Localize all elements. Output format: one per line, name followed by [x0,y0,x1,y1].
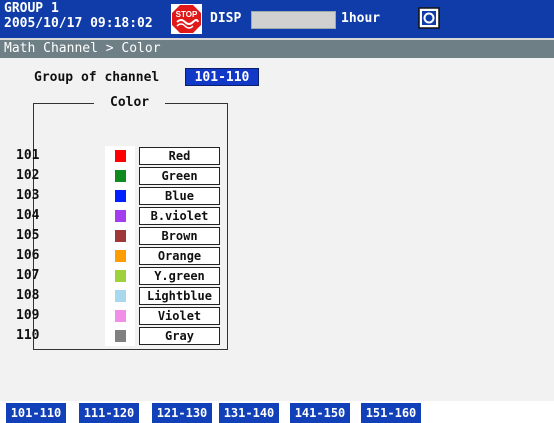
channel-number: 110 [16,328,40,343]
channel-number: 105 [16,228,40,243]
tab-131-140[interactable]: 131-140 [219,403,279,423]
disp-label: DISP [210,11,242,26]
color-name-field[interactable]: B.violet [139,207,220,225]
tab-121-130[interactable]: 121-130 [152,403,212,423]
channel-number: 107 [16,268,40,283]
color-swatch [115,230,126,242]
channel-number: 106 [16,248,40,263]
color-swatch [115,170,126,182]
channel-number: 104 [16,208,40,223]
color-name-field[interactable]: Orange [139,247,220,265]
display-bar [251,11,336,29]
breadcrumb: Math Channel > Color [0,40,554,58]
color-name-field[interactable]: Gray [139,327,220,345]
group-of-channel-label: Group of channel [34,70,160,85]
color-swatch [115,250,126,262]
color-row-102: 102 Green [16,166,220,186]
tab-151-160[interactable]: 151-160 [361,403,421,423]
tab-111-120[interactable]: 111-120 [79,403,139,423]
datetime: 2005/10/17 09:18:02 [4,16,153,31]
settings-panel: Group of channel 101-110 Color 101 Red 1… [0,58,554,401]
tab-141-150[interactable]: 141-150 [290,403,350,423]
color-row-109: 109 Violet [16,306,220,326]
color-swatch [115,150,126,162]
color-swatch [115,210,126,222]
color-swatch [115,270,126,282]
color-row-108: 108 Lightblue [16,286,220,306]
group-name: GROUP 1 [4,1,59,16]
channel-number: 109 [16,308,40,323]
color-row-103: 103 Blue [16,186,220,206]
color-name-field[interactable]: Blue [139,187,220,205]
breadcrumb-text: Math Channel > Color [4,41,161,56]
color-row-107: 107 Y.green [16,266,220,286]
color-swatch [115,330,126,342]
group-of-channel-field[interactable]: 101-110 [185,68,259,86]
group-tabs: 101-110 111-120 121-130 131-140 141-150 … [0,401,554,423]
color-name-field[interactable]: Brown [139,227,220,245]
channel-number: 101 [16,148,40,163]
color-name-field[interactable]: Y.green [139,267,220,285]
color-swatch [115,310,126,322]
color-row-106: 106 Orange [16,246,220,266]
stop-icon: STOP [171,4,202,34]
tab-101-110[interactable]: 101-110 [6,403,66,423]
color-section-title: Color [94,95,166,110]
interval-label: 1hour [341,11,381,26]
color-row-110: 110 Gray [16,326,220,346]
color-row-104: 104 B.violet [16,206,220,226]
color-swatch [115,290,126,302]
channel-number: 103 [16,188,40,203]
channel-number: 102 [16,168,40,183]
color-name-field[interactable]: Green [139,167,220,185]
status-bar: GROUP 1 2005/10/17 09:18:02 STOP DISP 1h… [0,0,554,38]
color-row-105: 105 Brown [16,226,220,246]
memory-card-icon [418,7,440,29]
channel-number: 108 [16,288,40,303]
color-name-field[interactable]: Violet [139,307,220,325]
color-name-field[interactable]: Lightblue [139,287,220,305]
color-name-field[interactable]: Red [139,147,220,165]
stop-icon-text: STOP [176,10,198,19]
color-row-101: 101 Red [16,146,220,166]
color-swatch [115,190,126,202]
